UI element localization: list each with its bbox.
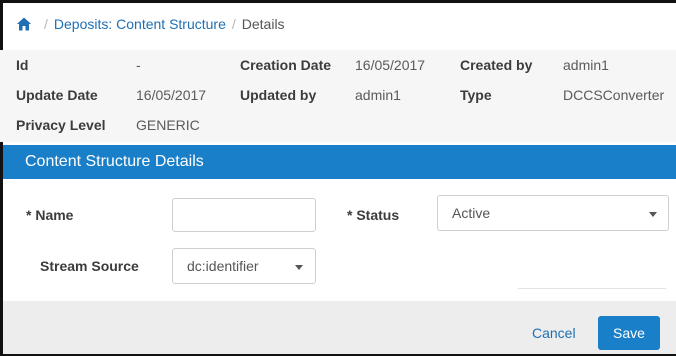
section-header: Content Structure Details — [3, 145, 676, 179]
details-info-panel: Id - Creation Date 16/05/2017 Created by… — [0, 50, 676, 142]
created-by-value: admin1 — [563, 57, 609, 73]
breadcrumb-current: Details — [241, 16, 285, 32]
stream-source-select[interactable]: dc:identifier — [172, 248, 316, 284]
update-date-label: Update Date — [16, 87, 98, 103]
status-label: * Status — [347, 207, 400, 223]
privacy-level-label: Privacy Level — [16, 117, 106, 133]
chevron-down-icon — [295, 265, 303, 270]
updated-by-value: admin1 — [355, 87, 401, 103]
breadcrumb-separator: / — [44, 16, 48, 32]
stream-source-selected-value: dc:identifier — [187, 258, 259, 274]
name-label: * Name — [26, 207, 74, 223]
type-label: Type — [460, 87, 492, 103]
home-icon[interactable] — [16, 16, 32, 32]
save-button[interactable]: Save — [598, 316, 660, 350]
type-value: DCCSConverter — [563, 87, 665, 103]
id-value: - — [136, 57, 141, 73]
stream-source-label: Stream Source — [40, 258, 139, 274]
cancel-button[interactable]: Cancel — [532, 325, 576, 341]
form-divider — [518, 288, 666, 289]
creation-date-value: 16/05/2017 — [355, 57, 426, 73]
privacy-level-value: GENERIC — [136, 117, 200, 133]
chevron-down-icon — [649, 212, 657, 217]
created-by-label: Created by — [460, 57, 533, 73]
breadcrumb-separator: / — [231, 16, 236, 32]
update-date-value: 16/05/2017 — [136, 87, 207, 103]
updated-by-label: Updated by — [240, 87, 317, 103]
breadcrumb: / Deposits: Content Structure / Details — [16, 12, 285, 36]
page: / Deposits: Content Structure / Details … — [0, 0, 676, 356]
creation-date-label: Creation Date — [240, 57, 332, 73]
frame-border-top — [0, 0, 676, 3]
status-selected-value: Active — [452, 205, 491, 221]
status-select[interactable]: Active — [437, 195, 669, 231]
breadcrumb-link-deposits[interactable]: Deposits: Content Structure — [54, 16, 226, 32]
id-label: Id — [16, 57, 29, 73]
name-input[interactable] — [172, 198, 316, 232]
